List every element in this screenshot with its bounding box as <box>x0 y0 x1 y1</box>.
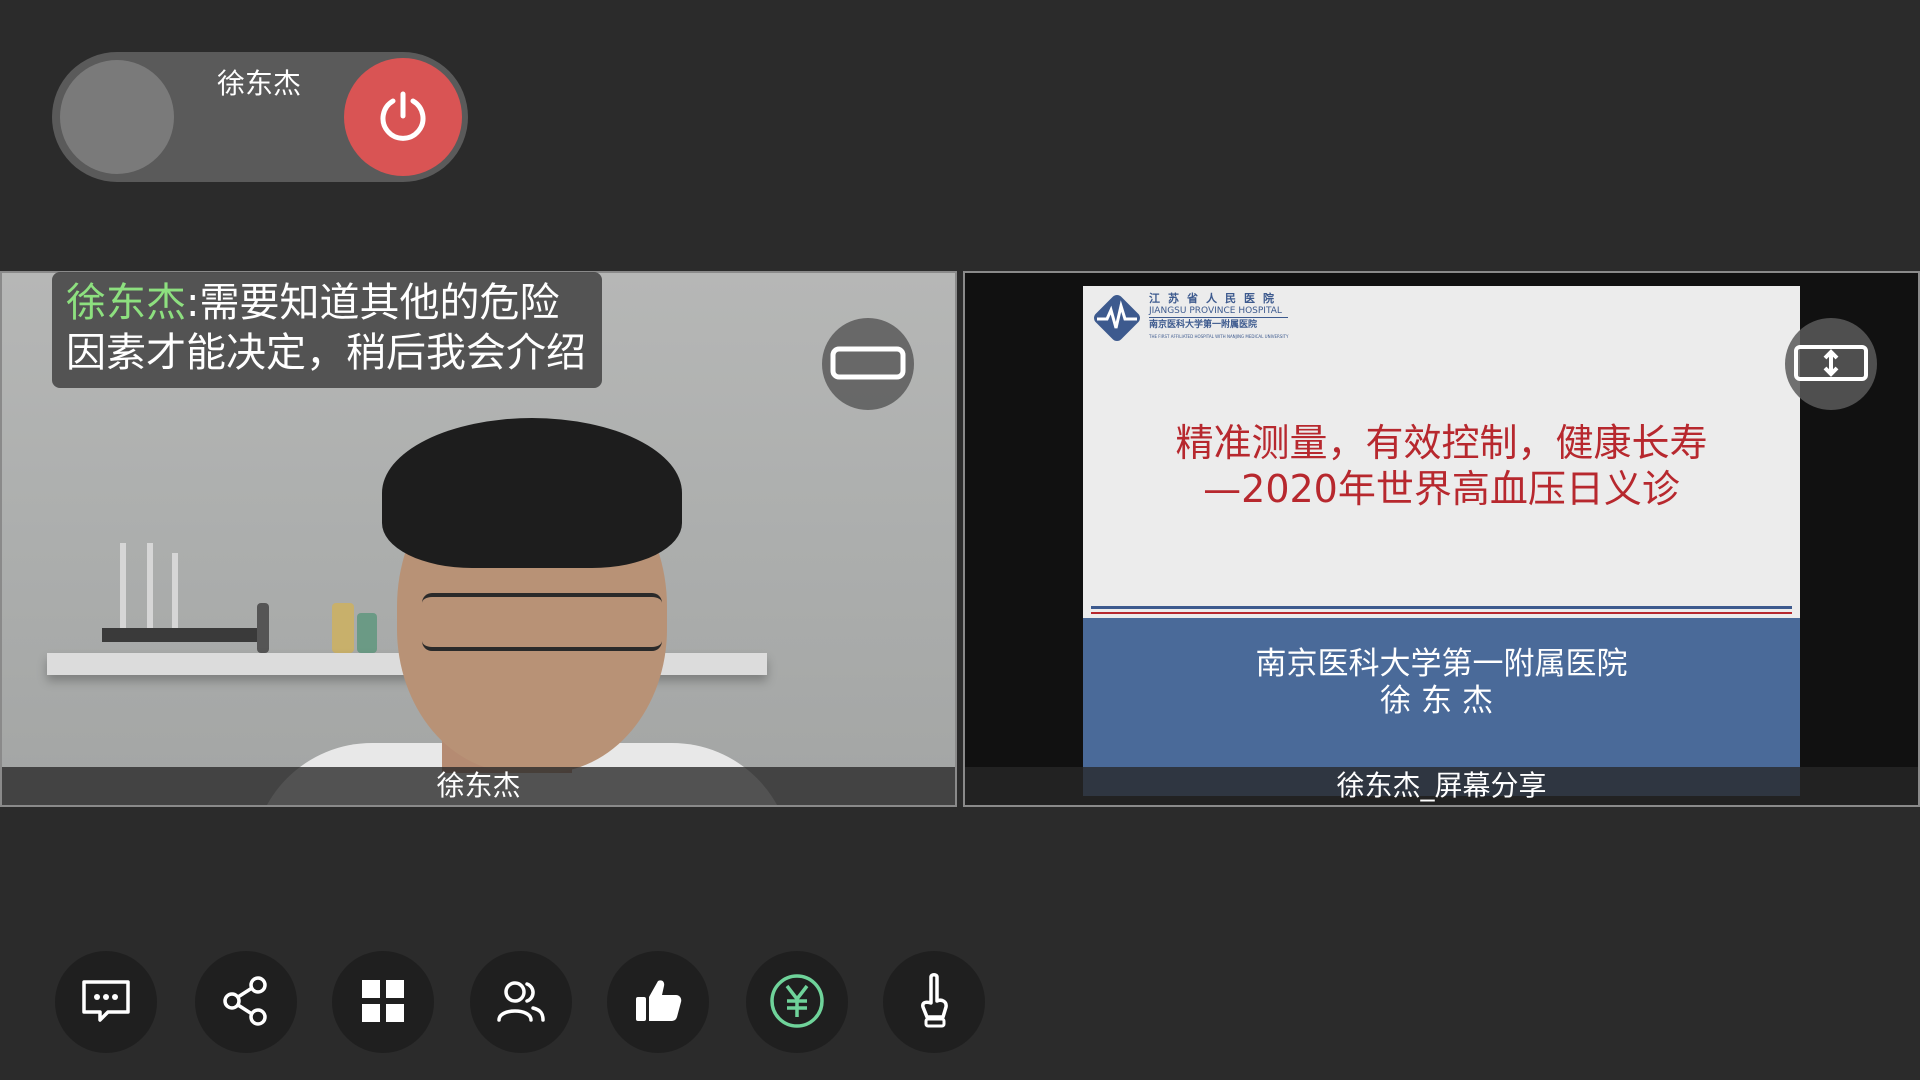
share-button[interactable] <box>195 951 297 1053</box>
reward-button[interactable] <box>746 951 848 1053</box>
logo-line-1: 江苏省人民医院 <box>1149 292 1282 305</box>
slide-divider-accent <box>1091 612 1792 614</box>
hospital-logo: 江苏省人民医院 JIANGSU PROVINCE HOSPITAL 南京医科大学… <box>1091 292 1289 344</box>
grid-icon <box>358 976 408 1029</box>
participants-icon <box>493 976 549 1029</box>
host-name: 徐东杰 <box>217 67 302 100</box>
logo-line-4: THE FIRST AFFILIATED HOSPITAL WITH NANJI… <box>1149 334 1289 339</box>
video-panel-screen-share[interactable]: 江苏省人民医院 JIANGSU PROVINCE HOSPITAL 南京医科大学… <box>963 271 1920 807</box>
share-icon <box>218 973 274 1032</box>
expand-screen-share-button[interactable] <box>1785 318 1877 410</box>
logo-line-2: JIANGSU PROVINCE HOSPITAL <box>1149 306 1282 316</box>
shared-slide: 江苏省人民医院 JIANGSU PROVINCE HOSPITAL 南京医科大学… <box>1083 286 1800 796</box>
expand-vertical-icon <box>1793 343 1869 386</box>
chat-sender: 徐东杰 <box>66 280 186 326</box>
host-pill: 徐东杰 <box>52 52 468 182</box>
participants-button[interactable] <box>470 951 572 1053</box>
leave-meeting-button[interactable] <box>344 58 462 176</box>
slide-title: 精准测量，有效控制，健康长寿 —2020年世界高血压日义诊 <box>1083 420 1800 512</box>
slide-author: 徐东杰 <box>1380 683 1503 719</box>
thumbs-up-icon <box>630 973 686 1032</box>
power-icon <box>376 89 430 146</box>
slide-title-line-2: —2020年世界高血压日义诊 <box>1203 467 1680 511</box>
screen-share-label: 徐东杰_屏幕分享 <box>965 767 1918 805</box>
host-avatar <box>60 60 174 174</box>
participant-name-label: 徐东杰 <box>2 767 955 805</box>
gallery-view-button[interactable] <box>332 951 434 1053</box>
chat-message-bubble: 徐东杰:需要知道其他的危险因素才能决定，稍后我会介绍 <box>52 272 602 388</box>
layout-toggle-button[interactable] <box>822 318 914 410</box>
slide-title-line-1: 精准测量，有效控制，健康长寿 <box>1175 421 1708 465</box>
chat-button[interactable] <box>55 951 157 1053</box>
raise-hand-button[interactable] <box>883 951 985 1053</box>
chat-icon <box>78 976 134 1029</box>
hospital-logo-icon <box>1094 295 1140 341</box>
raise-hand-icon <box>909 971 959 1034</box>
like-button[interactable] <box>607 951 709 1053</box>
layout-toggle-icon <box>830 345 906 384</box>
slide-divider <box>1091 606 1792 609</box>
logo-line-3: 南京医科大学第一附属医院 <box>1149 317 1289 331</box>
yuan-icon <box>766 970 828 1035</box>
